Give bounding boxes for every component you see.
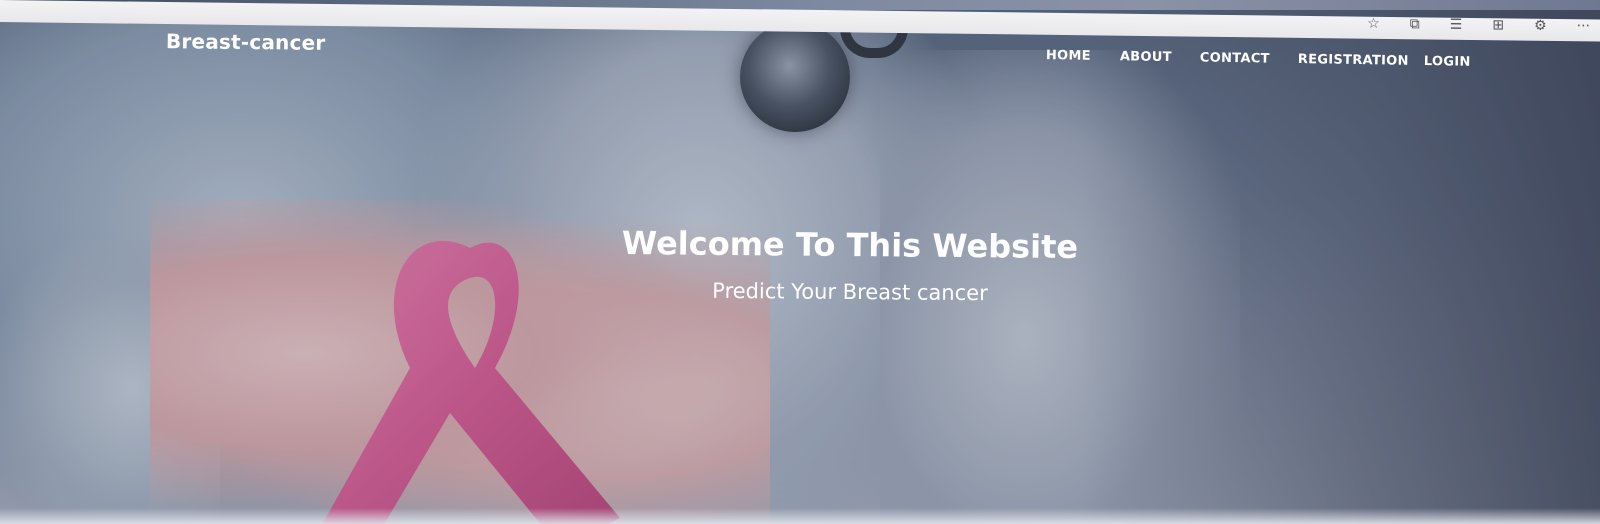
browser-screen: ☆ ⧉ ☰ ⊞ ⚙ ··· Breast-cancer HOME ABOUT C… [0,0,1600,524]
site-brand[interactable]: Breast-cancer [166,29,326,55]
nav-login[interactable]: LOGIN [1424,54,1471,70]
nav-about[interactable]: ABOUT [1120,49,1172,65]
nav-registration[interactable]: REGISTRATION [1298,52,1409,69]
reading-icon[interactable]: ⧉ [1410,16,1420,32]
star-icon[interactable]: ☆ [1367,16,1380,32]
extension-icon[interactable]: ⚙ [1534,18,1547,34]
nav-home[interactable]: HOME [1046,48,1091,64]
nav-contact[interactable]: CONTACT [1200,51,1270,67]
browser-toolbar-icons: ☆ ⧉ ☰ ⊞ ⚙ ··· [1367,14,1590,37]
more-icon[interactable]: ··· [1577,18,1590,34]
collections-icon[interactable]: ⊞ [1492,17,1504,33]
bottom-edge [0,508,1600,524]
favorites-icon[interactable]: ☰ [1450,17,1463,33]
